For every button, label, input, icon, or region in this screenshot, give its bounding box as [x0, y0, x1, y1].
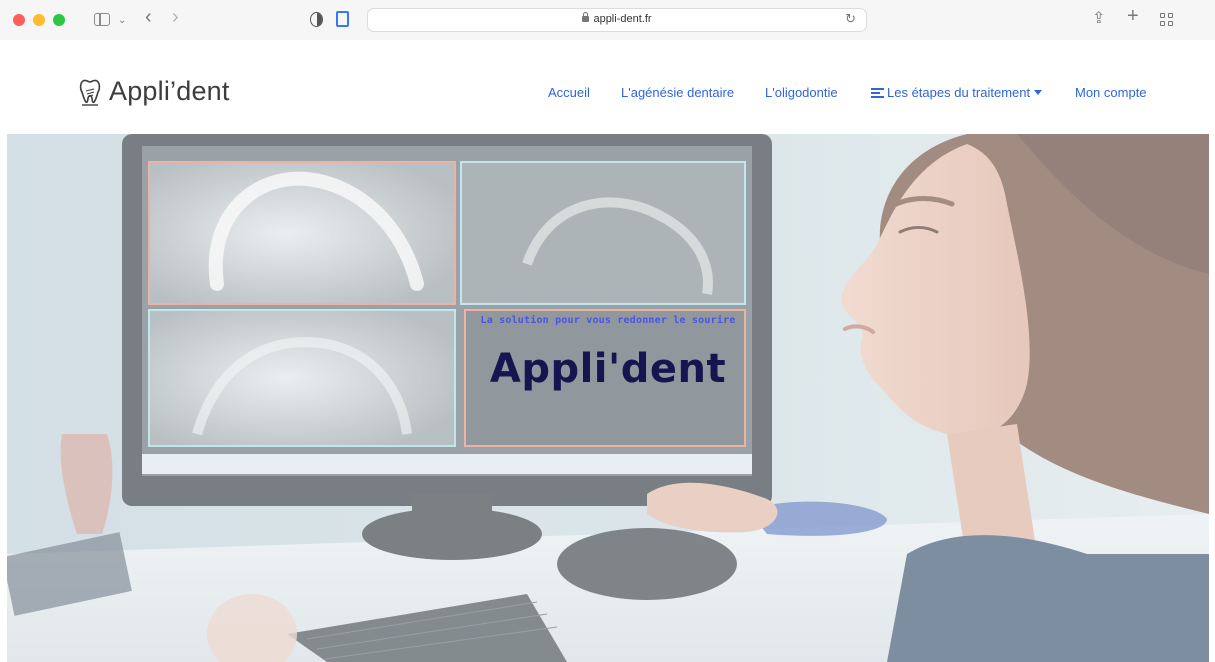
- share-icon[interactable]: ⇪: [1092, 9, 1105, 29]
- lock-icon: [582, 12, 590, 22]
- minimize-window-button[interactable]: [33, 14, 45, 26]
- back-button[interactable]: ‹: [145, 7, 152, 27]
- hero-overlay: [7, 134, 1209, 662]
- sidebar-toggle-icon[interactable]: [94, 13, 110, 26]
- zoom-window-button[interactable]: [53, 14, 65, 26]
- close-window-button[interactable]: [13, 14, 25, 26]
- hero-subtitle: La solution pour vous redonner le sourir…: [480, 315, 736, 326]
- nav-item-accueil[interactable]: Accueil: [548, 85, 590, 100]
- tab-overview-icon[interactable]: [1160, 13, 1174, 27]
- caret-down-icon: [1034, 90, 1043, 95]
- page-extension-icon[interactable]: [336, 11, 349, 27]
- site-logo[interactable]: Appli’dent: [79, 76, 230, 107]
- chevron-down-icon[interactable]: ⌄: [118, 11, 126, 31]
- logo-text: Appli’dent: [109, 76, 230, 106]
- reload-icon[interactable]: ↻: [845, 11, 856, 27]
- address-text-wrap: appli-dent.fr: [368, 12, 866, 25]
- site-header: Appli’dent Accueil L'agénésie dentaire L…: [0, 40, 1215, 134]
- browser-toolbar: ⌄ ‹ › appli-dent.fr ↻ ⇪ +: [0, 0, 1215, 41]
- hero-title: Appli'dent: [489, 346, 727, 392]
- url-text: appli-dent.fr: [593, 13, 652, 25]
- nav-item-mon-compte[interactable]: Mon compte: [1075, 85, 1147, 100]
- nav-item-oligodontie[interactable]: L'oligodontie: [765, 85, 838, 100]
- address-bar[interactable]: appli-dent.fr ↻: [367, 8, 867, 32]
- forward-button[interactable]: ›: [172, 7, 179, 27]
- new-tab-icon[interactable]: +: [1127, 6, 1139, 26]
- hero-banner: La solution pour vous redonner le sourir…: [7, 134, 1209, 662]
- steps-list-icon: [871, 88, 884, 98]
- nav-item-agenesie[interactable]: L'agénésie dentaire: [621, 85, 734, 100]
- nav-item-etapes-label: Les étapes du traitement: [887, 85, 1031, 100]
- privacy-shield-icon[interactable]: [310, 12, 323, 27]
- tooth-icon: [79, 79, 101, 106]
- nav-item-etapes-dropdown[interactable]: Les étapes du traitement: [871, 85, 1043, 100]
